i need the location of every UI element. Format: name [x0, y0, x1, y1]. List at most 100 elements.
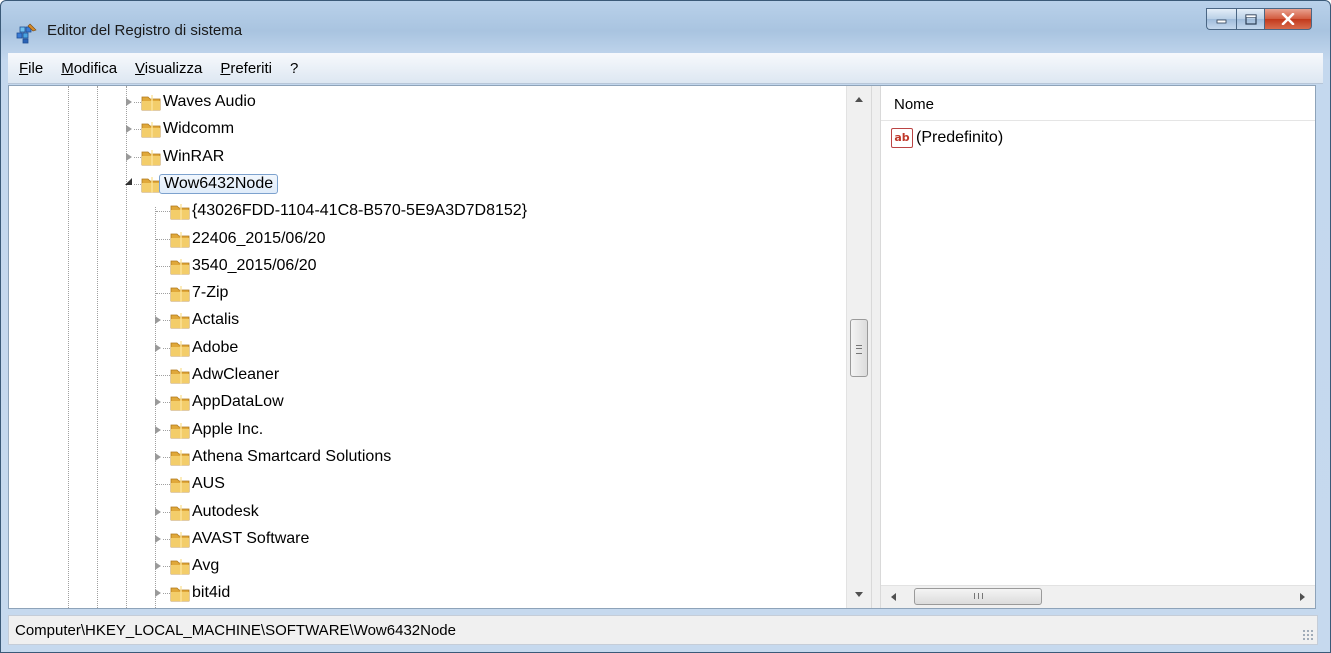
tree-item[interactable]: 3540_2015/06/20: [9, 253, 854, 280]
menu-file[interactable]: File: [19, 60, 43, 77]
tree-item-label: AppDataLow: [192, 393, 284, 411]
tree-item[interactable]: 7-Zip: [9, 280, 854, 307]
tree-item[interactable]: Avg: [9, 553, 854, 580]
folder-icon: [141, 121, 161, 139]
title-bar[interactable]: Editor del Registro di sistema: [1, 1, 1330, 53]
tree-item[interactable]: Athena Smartcard Solutions: [9, 444, 854, 471]
folder-icon: [141, 94, 161, 111]
tree-item-label: Wow6432Node: [159, 173, 279, 194]
tree-connector: [156, 238, 170, 240]
folder-icon: [170, 531, 190, 548]
tree-item[interactable]: AdwCleaner: [9, 362, 854, 389]
expand-arrow-icon[interactable]: [155, 316, 161, 325]
folder-icon: [170, 422, 190, 439]
expand-arrow-icon[interactable]: [155, 507, 161, 516]
tree-connector: [134, 102, 141, 103]
folder-icon: [170, 504, 190, 521]
menu-visualizza[interactable]: Visualizza: [135, 60, 202, 77]
tree-item[interactable]: AVAST Software: [9, 526, 854, 553]
expand-arrow-icon[interactable]: [155, 343, 161, 352]
window-title: Editor del Registro di sistema: [47, 22, 243, 39]
folder-icon: [170, 231, 190, 248]
tree-item-label: bit4id: [192, 584, 231, 602]
column-header-label: Nome: [894, 96, 935, 113]
expand-arrow-icon[interactable]: [155, 534, 161, 543]
expand-arrow-icon[interactable]: [126, 152, 132, 161]
close-icon: [1281, 13, 1295, 25]
tree-connector: [134, 183, 141, 185]
tree-vertical-scrollbar[interactable]: [846, 86, 871, 608]
folder-icon: [170, 203, 190, 221]
tree-item-label: Widcomm: [163, 120, 235, 138]
tree-item[interactable]: bit4id: [9, 580, 854, 607]
folder-icon: [170, 312, 190, 330]
tree-item[interactable]: Apple Inc.: [9, 417, 854, 444]
tree-connector: [134, 156, 141, 158]
tree-item[interactable]: WinRAR: [9, 144, 854, 171]
menu-preferiti[interactable]: Preferiti: [220, 60, 272, 77]
status-bar: Computer\HKEY_LOCAL_MACHINE\SOFTWARE\Wow…: [8, 615, 1318, 645]
tree-item[interactable]: Waves Audio: [9, 89, 854, 116]
folder-icon: [170, 367, 190, 384]
menu-bar: File Modifica Visualizza Preferiti ?: [8, 53, 1323, 84]
registry-editor-icon: [16, 23, 37, 44]
tree-item-label: AVAST Software: [192, 529, 310, 547]
tree-item[interactable]: Autodesk: [9, 499, 854, 526]
tree-item-label: Athena Smartcard Solutions: [192, 447, 392, 465]
minimize-button[interactable]: [1206, 8, 1236, 30]
vertical-scroll-thumb[interactable]: [850, 319, 868, 377]
tree-connector: [156, 265, 170, 267]
tree-item-label: Avg: [192, 557, 220, 575]
expand-arrow-icon[interactable]: [155, 425, 161, 434]
tree-connector: [156, 484, 170, 486]
tree-item[interactable]: AUS: [9, 471, 854, 498]
tree-item[interactable]: Actalis: [9, 307, 854, 334]
tree-item-label: Apple Inc.: [192, 420, 264, 438]
maximize-icon: [1244, 13, 1257, 25]
folder-icon: [141, 176, 161, 193]
tree-item-label: 7-Zip: [192, 284, 229, 302]
close-button[interactable]: [1264, 8, 1312, 30]
tree-item[interactable]: Widcomm: [9, 116, 854, 143]
tree-connector: [163, 402, 170, 404]
collapse-arrow-icon[interactable]: [125, 177, 132, 185]
folder-icon: [170, 558, 190, 576]
scroll-right-arrow-icon[interactable]: [1300, 593, 1305, 601]
tree-connector: [163, 456, 170, 458]
tree-item[interactable]: {43026FDD-1104-41C8-B570-5E9A3D7D8152}: [9, 198, 854, 225]
expand-arrow-icon[interactable]: [155, 562, 161, 571]
menu-modifica[interactable]: Modifica: [61, 60, 117, 77]
registry-tree[interactable]: Waves Audio Widcomm WinRAR Wow6432Node {4302…: [9, 86, 854, 608]
expand-arrow-icon[interactable]: [126, 125, 132, 134]
tree-item[interactable]: Wow6432Node: [9, 171, 854, 198]
tree-item-label: 22406_2015/06/20: [192, 229, 326, 247]
values-horizontal-scrollbar[interactable]: [881, 585, 1315, 608]
horizontal-scroll-thumb[interactable]: [914, 588, 1042, 605]
expand-arrow-icon[interactable]: [155, 398, 161, 407]
folder-icon: [170, 340, 190, 357]
maximize-button[interactable]: [1236, 8, 1264, 30]
scroll-down-arrow-icon[interactable]: [855, 592, 863, 597]
tree-connector: [156, 293, 170, 295]
tree-connector: [163, 320, 170, 322]
column-header-nome[interactable]: Nome: [881, 86, 1315, 121]
tree-item[interactable]: AppDataLow: [9, 389, 854, 416]
expand-arrow-icon[interactable]: [126, 98, 132, 106]
tree-item[interactable]: Adobe: [9, 335, 854, 362]
folder-icon: [141, 149, 161, 166]
scroll-left-arrow-icon[interactable]: [891, 593, 896, 601]
tree-item-label: WinRAR: [163, 147, 225, 165]
menu-help[interactable]: ?: [290, 60, 298, 77]
expand-arrow-icon[interactable]: [155, 589, 161, 598]
tree-item-label: Actalis: [192, 311, 240, 329]
grip-icon: [974, 593, 983, 599]
resize-grip-icon[interactable]: [1302, 629, 1314, 641]
registry-path: Computer\HKEY_LOCAL_MACHINE\SOFTWARE\Wow…: [15, 622, 456, 639]
tree-item[interactable]: 22406_2015/06/20: [9, 226, 854, 253]
tree-connector: [163, 538, 170, 540]
scroll-up-arrow-icon[interactable]: [855, 97, 863, 102]
expand-arrow-icon[interactable]: [155, 452, 161, 461]
pane-splitter[interactable]: [871, 86, 881, 608]
tree-connector: [156, 375, 170, 376]
tree-connector: [134, 129, 141, 131]
